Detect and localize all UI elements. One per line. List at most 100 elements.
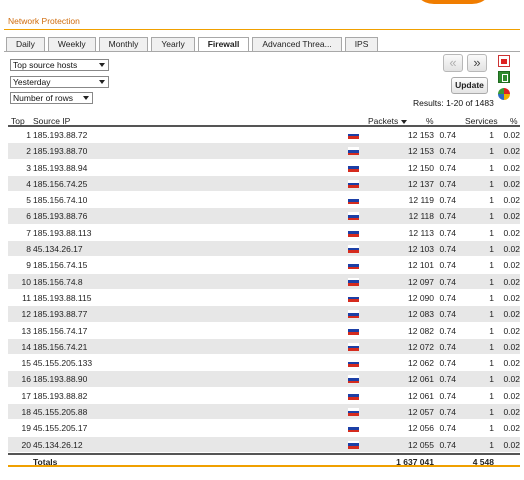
services-percent-cell: 0.02: [503, 358, 520, 369]
russia-flag-icon: [348, 293, 359, 302]
packets-percent-cell: 0.74: [439, 178, 456, 189]
russia-flag-icon: [348, 440, 359, 449]
packets-cell: 12 150: [408, 162, 434, 173]
table-row[interactable]: 16 185.193.88.90 12 061 0.74 1 0.02: [8, 371, 520, 388]
column-header-services-percent[interactable]: %: [510, 116, 518, 126]
packets-cell: 12 082: [408, 325, 434, 336]
source-ip-cell: 185.156.74.10: [33, 195, 88, 206]
services-cell: 1: [489, 390, 494, 401]
table-row[interactable]: 11 185.193.88.115 12 090 0.74 1 0.02: [8, 289, 520, 307]
table-row[interactable]: 15 45.155.205.133 12 062 0.74 1 0.02: [8, 355, 520, 372]
table-row[interactable]: 13 185.156.74.17 12 082 0.74 1 0.02: [8, 322, 520, 339]
table-row[interactable]: 18 45.155.205.88 12 057 0.74 1 0.02: [8, 404, 520, 421]
table-row[interactable]: 9 185.156.74.15 12 101 0.74 1 0.02: [8, 257, 520, 274]
tab-yearly[interactable]: Yearly: [151, 37, 195, 51]
services-percent-cell: 0.02: [503, 292, 520, 303]
period-select[interactable]: Yesterday: [10, 76, 109, 88]
source-ip-cell: 185.193.88.113: [33, 227, 92, 238]
rows-select[interactable]: Number of rows: [10, 92, 93, 104]
pdf-icon[interactable]: [498, 55, 510, 67]
tab-weekly[interactable]: Weekly: [47, 37, 96, 51]
services-cell: 1: [489, 439, 494, 450]
column-header-top[interactable]: Top: [11, 116, 25, 126]
services-cell: 1: [489, 276, 494, 287]
rank-cell: 5: [26, 195, 31, 206]
rank-cell: 10: [21, 276, 31, 287]
table-row[interactable]: 10 185.156.74.8 12 097 0.74 1 0.02: [8, 273, 520, 290]
table-row[interactable]: 8 45.134.26.17 12 103 0.74 1 0.02: [8, 241, 520, 258]
tab-daily[interactable]: Daily: [6, 37, 45, 51]
packets-percent-cell: 0.74: [439, 146, 456, 157]
table-row[interactable]: 17 185.193.88.82 12 061 0.74 1 0.02: [8, 387, 520, 405]
next-page-button[interactable]: »: [467, 54, 487, 72]
services-cell: 1: [489, 358, 494, 369]
tab-advanced-threa[interactable]: Advanced Threa...: [252, 37, 342, 51]
russia-flag-icon: [348, 212, 359, 221]
russia-flag-icon: [348, 228, 359, 237]
rank-cell: 19: [21, 423, 31, 434]
services-percent-cell: 0.02: [503, 423, 520, 434]
column-header-source-ip[interactable]: Source IP: [33, 116, 70, 126]
services-cell: 1: [489, 260, 494, 271]
russia-flag-icon: [348, 245, 359, 254]
table-row[interactable]: 14 185.156.74.21 12 072 0.74 1 0.02: [8, 338, 520, 356]
source-ip-cell: 185.193.88.70: [33, 146, 88, 157]
table-row[interactable]: 6 185.193.88.76 12 118 0.74 1 0.02: [8, 208, 520, 225]
russia-flag-icon: [348, 277, 359, 286]
russia-flag-icon: [348, 375, 359, 384]
source-ip-cell: 185.156.74.25: [33, 178, 88, 189]
services-cell: 1: [489, 146, 494, 157]
packets-cell: 12 097: [408, 276, 434, 287]
services-cell: 1: [489, 162, 494, 173]
packets-percent-cell: 0.74: [439, 407, 456, 418]
packets-cell: 12 119: [408, 195, 434, 206]
report-select[interactable]: Top source hosts: [10, 59, 109, 71]
table-row[interactable]: 4 185.156.74.25 12 137 0.74 1 0.02: [8, 175, 520, 193]
table-row[interactable]: 19 45.155.205.17 12 056 0.74 1 0.02: [8, 420, 520, 437]
tab-ips[interactable]: IPS: [344, 37, 379, 51]
table-row[interactable]: 2 185.193.88.70 12 153 0.74 1 0.02: [8, 143, 520, 160]
column-header-percent[interactable]: %: [426, 116, 434, 126]
excel-icon[interactable]: [498, 71, 510, 83]
packets-percent-cell: 0.74: [439, 390, 456, 401]
packets-percent-cell: 0.74: [439, 227, 456, 238]
packets-cell: 12 103: [408, 244, 434, 255]
totals-row: Totals 1 637 041 4 548: [8, 452, 520, 467]
table-row[interactable]: 5 185.156.74.10 12 119 0.74 1 0.02: [8, 192, 520, 209]
tab-firewall[interactable]: Firewall: [197, 37, 250, 52]
pie-chart-icon[interactable]: [498, 88, 510, 100]
services-cell: 1: [489, 178, 494, 189]
services-percent-cell: 0.02: [503, 211, 520, 222]
russia-flag-icon: [348, 131, 359, 139]
rank-cell: 18: [21, 407, 31, 418]
table-row[interactable]: 1 185.193.88.72 12 153 0.74 1 0.02: [8, 127, 520, 144]
column-header-services[interactable]: Services: [465, 116, 498, 126]
services-cell: 1: [489, 374, 494, 385]
column-header-packets[interactable]: Packets: [368, 116, 398, 126]
services-percent-cell: 0.02: [503, 244, 520, 255]
source-ip-cell: 185.193.88.77: [33, 309, 88, 320]
tab-monthly[interactable]: Monthly: [98, 37, 149, 51]
packets-cell: 12 137: [408, 178, 434, 189]
page-title: Network Protection: [8, 16, 80, 26]
source-ip-cell: 185.156.74.21: [33, 341, 88, 352]
table-row[interactable]: 3 185.193.88.94 12 150 0.74 1 0.02: [8, 159, 520, 176]
russia-flag-icon: [348, 342, 359, 351]
services-percent-cell: 0.02: [503, 390, 520, 401]
services-cell: 1: [489, 195, 494, 206]
packets-cell: 12 101: [408, 260, 434, 271]
table-row[interactable]: 12 185.193.88.77 12 083 0.74 1 0.02: [8, 306, 520, 323]
packets-cell: 12 062: [408, 358, 434, 369]
source-ip-cell: 185.156.74.15: [33, 260, 88, 271]
russia-flag-icon: [348, 147, 359, 156]
chevron-down-icon: [83, 96, 89, 100]
services-percent-cell: 0.02: [503, 260, 520, 271]
packets-percent-cell: 0.74: [439, 244, 456, 255]
update-button[interactable]: Update: [451, 77, 488, 94]
table-row[interactable]: 20 45.134.26.12 12 055 0.74 1 0.02: [8, 436, 520, 453]
russia-flag-icon: [348, 196, 359, 205]
russia-flag-icon: [348, 424, 359, 433]
prev-page-button[interactable]: «: [443, 54, 463, 72]
table-row[interactable]: 7 185.193.88.113 12 113 0.74 1 0.02: [8, 224, 520, 242]
packets-percent-cell: 0.74: [439, 162, 456, 173]
